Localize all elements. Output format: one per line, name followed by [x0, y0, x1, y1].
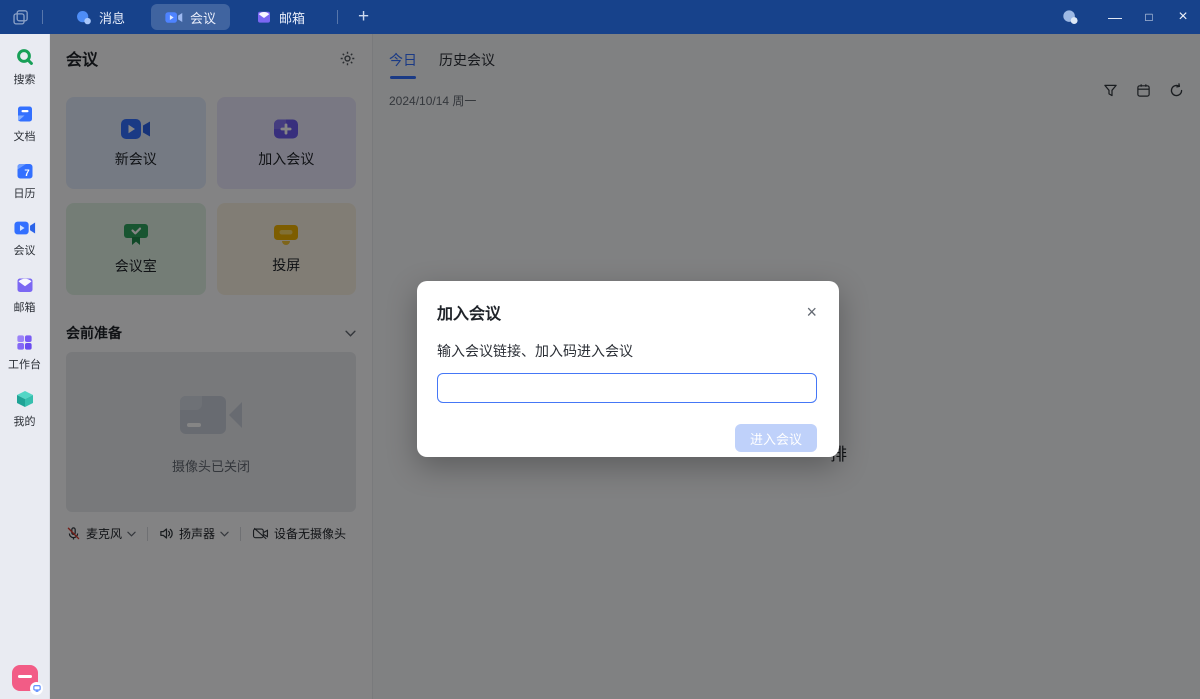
mail-icon — [13, 273, 37, 297]
workspace-icon[interactable] — [10, 7, 30, 27]
sidebar-item-mail[interactable]: 邮箱 — [0, 273, 50, 315]
titlebar: 消息 会议 邮箱 + — □ × — [0, 0, 1200, 34]
meeting-camera-icon — [165, 11, 183, 24]
screen-share-badge-icon — [30, 682, 43, 695]
sidebar-item-label: 邮箱 — [14, 299, 36, 315]
dialog-title: 加入会议 — [437, 300, 501, 324]
enter-meeting-button[interactable]: 进入会议 — [735, 424, 817, 452]
mail-icon — [256, 9, 272, 25]
sidebar-item-label: 会议 — [14, 242, 36, 258]
workbench-icon — [13, 330, 37, 354]
sidebar-item-search[interactable]: 搜索 — [0, 45, 50, 87]
tab-meeting[interactable]: 会议 — [151, 4, 230, 30]
tab-label: 邮箱 — [279, 8, 305, 27]
sidebar-item-calendar[interactable]: 7 日历 — [0, 159, 50, 201]
tab-messages[interactable]: 消息 — [61, 4, 139, 30]
sidebar-item-label: 我的 — [14, 413, 36, 429]
meeting-link-input[interactable] — [437, 373, 817, 403]
docs-icon — [13, 102, 37, 126]
search-icon — [13, 45, 37, 69]
dnd-dash — [18, 675, 32, 678]
calendar-icon: 7 — [13, 159, 37, 183]
window-minimize-button[interactable]: — — [1098, 0, 1132, 34]
sidebar-item-label: 工作台 — [8, 356, 41, 372]
join-meeting-dialog: 加入会议 × 输入会议链接、加入码进入会议 进入会议 — [417, 281, 839, 457]
window-maximize-button[interactable]: □ — [1132, 0, 1166, 34]
calendar-day-number: 7 — [24, 168, 29, 179]
sidebar-item-mine[interactable]: 我的 — [0, 387, 50, 429]
sidebar-item-meeting[interactable]: 会议 — [0, 216, 50, 258]
sidebar-item-workbench[interactable]: 工作台 — [0, 330, 50, 372]
window-close-button[interactable]: × — [1166, 0, 1200, 34]
tab-label: 消息 — [99, 8, 125, 27]
sidebar-item-label: 搜索 — [14, 71, 36, 87]
assistant-icon[interactable] — [1060, 8, 1080, 26]
status-dnd-icon[interactable] — [12, 665, 38, 691]
close-icon[interactable]: × — [806, 303, 817, 321]
tab-label: 会议 — [190, 8, 216, 27]
dialog-instruction: 输入会议链接、加入码进入会议 — [437, 341, 817, 361]
sidebar-item-docs[interactable]: 文档 — [0, 102, 50, 144]
chat-icon — [75, 9, 92, 26]
titlebar-divider — [42, 10, 43, 24]
add-tab-button[interactable]: + — [350, 4, 377, 30]
titlebar-divider — [337, 10, 338, 24]
app-sidebar: 搜索 文档 7 日历 会议 — [0, 34, 50, 699]
meeting-camera-icon — [13, 216, 37, 240]
sidebar-item-label: 文档 — [14, 128, 36, 144]
cube-icon — [13, 387, 37, 411]
sidebar-item-label: 日历 — [14, 185, 36, 201]
tab-mail[interactable]: 邮箱 — [242, 4, 319, 30]
